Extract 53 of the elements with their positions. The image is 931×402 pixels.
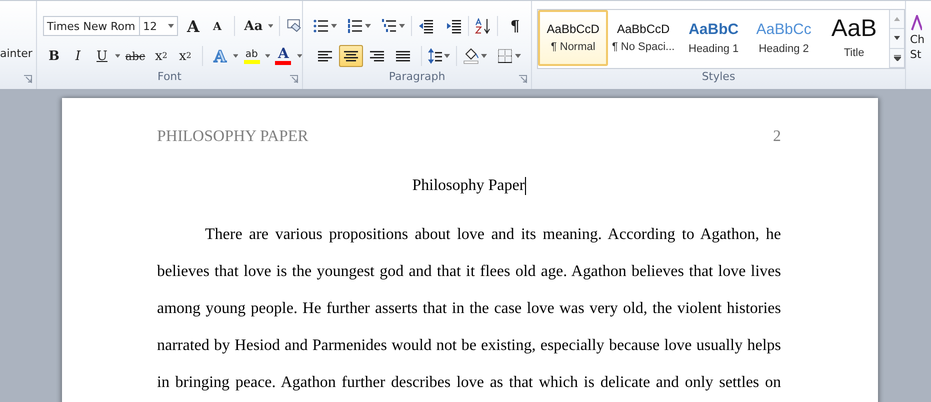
text-cursor (524, 177, 526, 195)
dialog-launcher-icon[interactable] (519, 75, 527, 83)
line-spacing-icon (428, 48, 442, 64)
numbering-icon (347, 18, 363, 34)
body-text-line: among young people. He further asserts that in the case love was very old, the violent histories (157, 299, 781, 319)
format-button[interactable]: B (43, 45, 65, 67)
paint-bucket-icon (463, 48, 479, 64)
dialog-launcher-icon[interactable] (290, 75, 298, 83)
more-styles-button[interactable] (890, 48, 904, 68)
grow-font-button[interactable]: A (182, 15, 204, 37)
decrease-indent-icon (418, 18, 434, 34)
change-case-button[interactable]: Aa (241, 15, 266, 37)
show-formatting-button[interactable]: ¶ (504, 15, 526, 37)
down-arrow-icon (894, 36, 900, 40)
body-text-line: in bringing peace. Agathon further describes love as that which is delicate and only settles on (157, 373, 781, 393)
change-styles-label[interactable]: Ch (910, 33, 931, 46)
multilevel-list-icon (381, 18, 397, 34)
body-text-line: narrated by Hesiod and Parmenides would not be existing, especially because love usually helps (157, 336, 781, 356)
align-button[interactable] (339, 45, 363, 67)
clear-formatting-icon (286, 18, 302, 34)
borders-icon (497, 48, 513, 64)
align-icon (369, 48, 385, 64)
change-styles-icon (910, 15, 922, 31)
document-title: Philosophy Paper (412, 177, 525, 195)
up-arrow-icon (894, 17, 900, 22)
format-button[interactable]: x$^{2}$ (174, 45, 196, 67)
format-button[interactable]: I (67, 45, 89, 67)
bullets-icon (313, 18, 329, 34)
format-painter-label[interactable]: ainter (0, 47, 36, 60)
increase-indent-icon (446, 18, 462, 34)
group-label: Styles (700, 70, 736, 85)
format-button[interactable]: U (91, 45, 113, 67)
shrink-font-button[interactable]: A (206, 15, 228, 37)
group-label: Paragraph (388, 70, 446, 85)
body-text-line: believes that love is the youngest god and that it flees old age. Agathon believes that love lives (157, 262, 781, 282)
font-color-button[interactable]: A (272, 45, 295, 67)
dialog-launcher-icon[interactable] (24, 75, 32, 83)
highlight-button[interactable]: ab (240, 45, 263, 67)
align-icon (395, 48, 411, 64)
group-label: Font (156, 70, 182, 85)
style-item[interactable]: AaBbCcD ¶ Normal (538, 10, 608, 66)
more-arrow-icon (894, 54, 901, 61)
body-text-line: There are various propositions about love and its meaning. According to Agathon, he (204, 225, 781, 245)
page-header-text: PHILOSOPHY PAPER (157, 128, 308, 146)
font-name-field[interactable]: Times New Rom (43, 16, 140, 36)
format-button[interactable]: abc (122, 45, 148, 67)
align-icon (317, 48, 333, 64)
scroll-down-button[interactable] (890, 29, 904, 49)
align-icon (343, 48, 359, 64)
change-styles-label[interactable]: St (910, 48, 931, 61)
sort-icon (475, 18, 491, 34)
page-number: 2 (773, 128, 781, 146)
font-size-field[interactable]: 12 (139, 16, 178, 36)
